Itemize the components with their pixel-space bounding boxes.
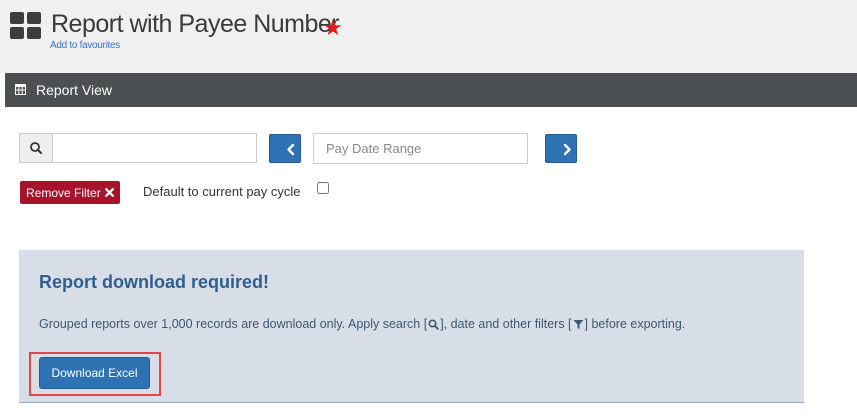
panel-title: Report View bbox=[36, 82, 113, 98]
filter-icon bbox=[573, 319, 584, 329]
remove-filter-label: Remove Filter bbox=[26, 185, 101, 200]
default-pay-cycle-checkbox[interactable] bbox=[317, 182, 329, 194]
remove-filter-button[interactable]: Remove Filter bbox=[20, 181, 120, 204]
page-header: Report with Payee Number ★ Add to favour… bbox=[0, 0, 857, 73]
page-title: Report with Payee Number bbox=[51, 10, 340, 38]
close-icon bbox=[104, 188, 114, 197]
notice-title: Report download required! bbox=[39, 272, 270, 292]
search-icon bbox=[428, 318, 439, 330]
pay-date-range-input[interactable] bbox=[313, 133, 528, 164]
table-icon bbox=[15, 84, 26, 95]
search-icon bbox=[20, 134, 53, 162]
dashboard-grid-icon bbox=[10, 12, 41, 39]
search-group bbox=[19, 133, 257, 163]
star-icon[interactable]: ★ bbox=[323, 15, 343, 41]
notice-text: Grouped reports over 1,000 records are d… bbox=[39, 317, 685, 331]
add-to-favourites-link[interactable]: Add to favourites bbox=[50, 40, 120, 51]
download-notice: Report download required! Grouped report… bbox=[19, 250, 804, 403]
next-period-button[interactable] bbox=[545, 134, 577, 163]
notice-text-part3: ] before exporting. bbox=[584, 317, 686, 331]
search-input[interactable] bbox=[53, 134, 256, 162]
notice-text-part1: Grouped reports over 1,000 records are d… bbox=[39, 317, 428, 331]
previous-period-button[interactable] bbox=[269, 134, 301, 163]
chevron-right-icon bbox=[563, 143, 571, 156]
default-pay-cycle-label: Default to current pay cycle bbox=[143, 184, 301, 199]
chevron-left-icon bbox=[287, 143, 295, 156]
notice-text-part2: ], date and other filters [ bbox=[440, 317, 572, 331]
report-view-header: Report View bbox=[5, 73, 857, 107]
download-excel-button[interactable]: Download Excel bbox=[39, 357, 150, 389]
